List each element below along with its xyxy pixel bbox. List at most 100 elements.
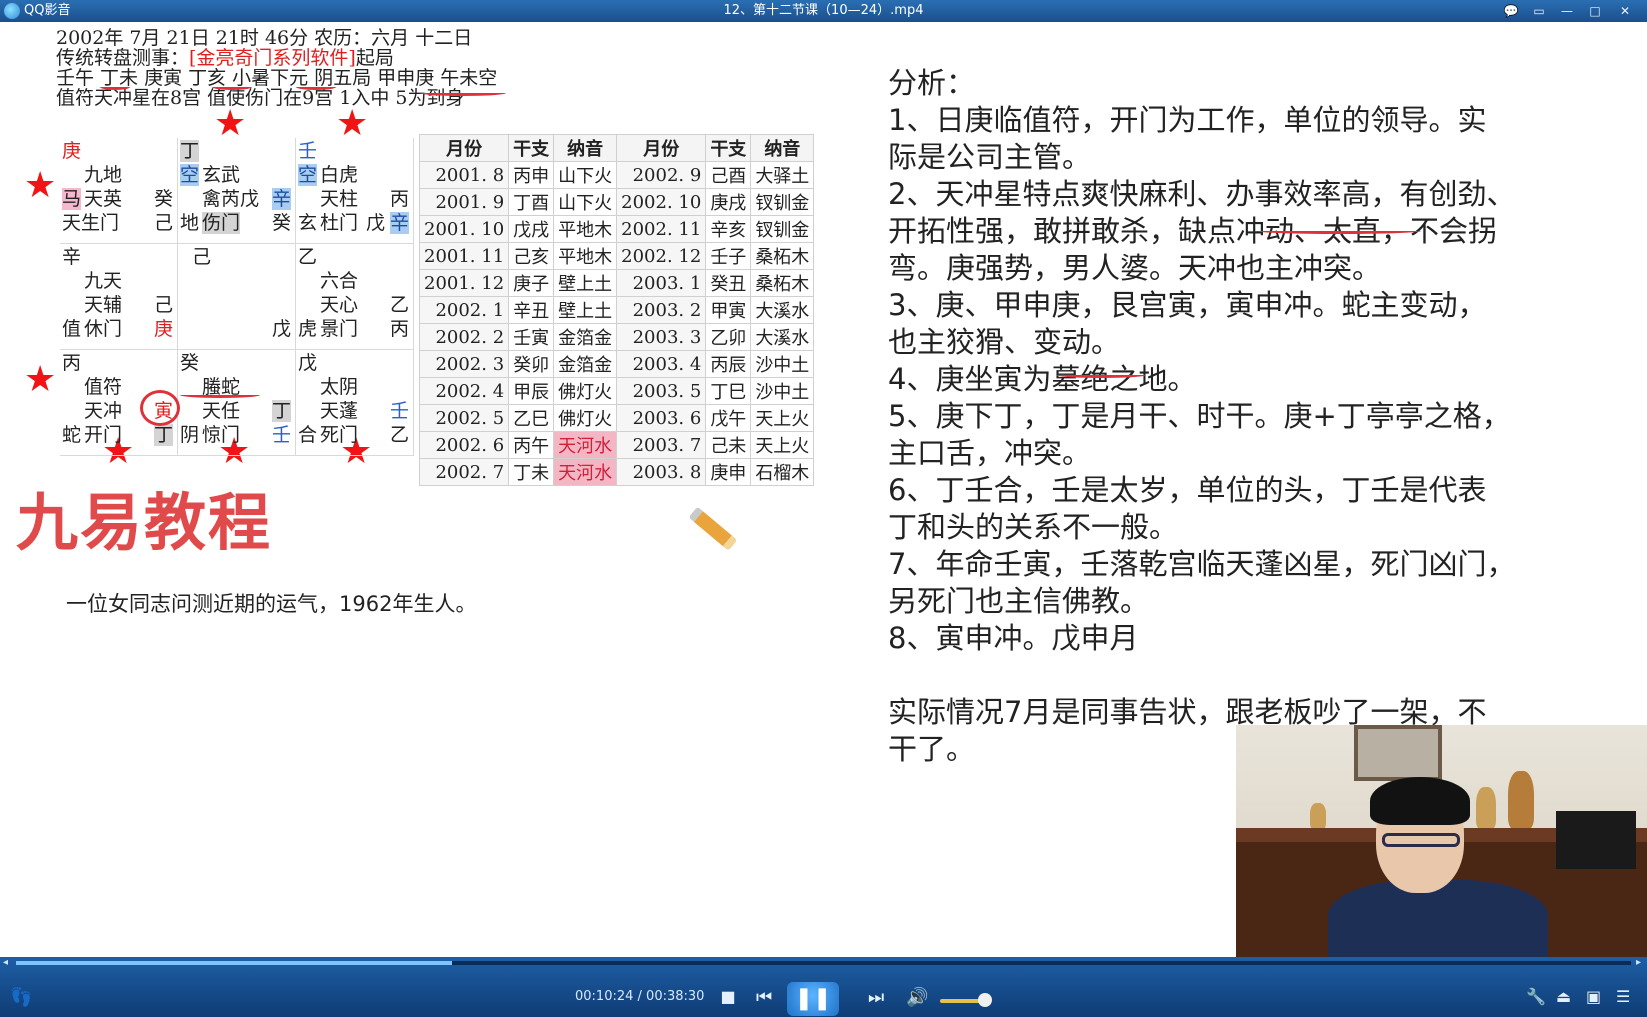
palace-text: 丁 [180,140,200,162]
table-header-cell: 纳音 [750,134,815,162]
video-frame[interactable]: 2002年 7月 21日 21时 46分 农历：六月 十二日 传统转盘测事：[金… [0,22,1647,957]
table-cell: 天河水 [553,431,618,459]
table-cell: 大溪水 [750,323,815,351]
palace-text: 丁 [272,400,292,422]
table-row: 2002. 2 壬寅 金箔金 2003. 3 乙卯 大溪水 [418,323,815,351]
feedback-icon[interactable]: 💬 [1500,2,1522,20]
palace-top-right: 壬 空 白虎 天柱 丙 玄 杜门 戊 辛 [296,138,414,244]
table-header-cell: 月份 [418,134,510,162]
minimize-icon[interactable]: — [1556,2,1578,20]
table-cell: 庚申 [705,458,752,486]
table-cell: 2003. 2 [616,296,707,324]
palace-text: 杜门 [320,212,359,234]
palace-text: 天心 [320,294,359,316]
table-cell: 2001. 8 [418,161,510,189]
palace-mid-left: 辛 九天 天辅 己 值 休门 庚 [60,244,178,350]
table-cell: 天河水 [553,458,618,486]
table-cell: 丙辰 [705,350,752,378]
analysis-line: 弯。庚强势，男人婆。天冲也主冲突。 [888,251,1382,285]
mini-mode-icon[interactable]: ▭ [1528,2,1550,20]
seek-back-icon[interactable]: ◂ [3,957,8,968]
seek-forward-icon[interactable]: ▸ [1636,957,1641,968]
table-cell: 甲寅 [705,296,752,324]
palace-text: 虎 [298,318,318,340]
palace-text: 乙 [298,246,318,268]
maximize-icon[interactable]: □ [1584,2,1606,20]
ink-underline [1056,372,1146,378]
table-cell: 天上火 [750,404,815,432]
table-cell: 2002. 9 [616,161,707,189]
table-cell: 2003. 5 [616,377,707,405]
analysis-line: 分析： [888,66,976,100]
total-time: 00:38:30 [646,989,705,1004]
stop-icon[interactable]: ■ [720,989,736,1005]
palace-text: 阴 [180,424,200,446]
prev-icon[interactable]: ⏮ [756,987,772,1008]
close-icon[interactable]: ✕ [1614,2,1636,20]
palace-text: 白虎 [320,164,359,186]
table-cell: 2001. 10 [418,215,510,243]
palace-text: 死门 [320,424,359,446]
palace-text: 惊门 [202,424,241,446]
palace-text: 癸 [180,352,200,374]
table-cell: 2001. 12 [418,269,510,297]
chart-header: 2002年 7月 21日 21时 46分 农历：六月 十二日 传统转盘测事：[金… [56,28,497,108]
footprint-icon[interactable]: 👣 [10,987,32,1008]
analysis-text: 分析： 1、日庚临值符，开门为工作，单位的领导。实 际是公司主管。 2、天冲星特点爽快… [888,65,1588,768]
table-cell: 癸卯 [508,350,555,378]
palace-bottom-mid: 癸 螣蛇 天任 丁 阴 惊门 壬 [178,350,296,456]
palace-text: 天生门 [62,212,120,234]
time-display: 00:10:24 / 00:38:30 [575,989,705,1004]
table-cell: 2002. 10 [616,188,707,216]
next-icon[interactable]: ⏭ [868,987,884,1008]
table-row: 2002. 1 辛丑 壁上土 2003. 2 甲寅 大溪水 [418,296,815,324]
wrench-icon[interactable]: 🔧 [1526,987,1546,1006]
palace-text: 玄 [298,212,318,234]
palace-text: 天冲 [84,400,123,422]
table-cell: 桑柘木 [750,242,815,270]
analysis-line: 开拓性强，敢拼敢杀，缺点冲动、太直，不会拐 [888,214,1498,248]
table-cell: 2002. 5 [418,404,510,432]
analysis-line: 7、年命壬寅，壬落乾宫临天蓬凶星，死门凶门， [888,547,1516,581]
table-cell: 庚子 [508,269,555,297]
question-text: 一位女同志问测近期的运气，1962年生人。 [66,592,477,616]
table-cell: 2002. 2 [418,323,510,351]
analysis-line: 际是公司主管。 [888,140,1092,174]
table-cell: 天上火 [750,431,815,459]
analysis-line [888,657,1588,694]
statue [1508,771,1534,829]
table-cell: 2001. 11 [418,242,510,270]
palace-text: 癸 [272,212,292,234]
table-row: 2002. 5 乙巳 佛灯火 2003. 6 戊午 天上火 [418,404,815,432]
table-row: 2001. 10 戊戌 平地木 2002. 11 辛亥 钗钏金 [418,215,815,243]
eject-icon[interactable]: ⏏ [1556,987,1571,1006]
palace-text: 天蓬 [320,400,359,422]
table-cell: 2002. 6 [418,431,510,459]
table-cell: 辛亥 [705,215,752,243]
table-row: 2001. 11 己亥 平地木 2002. 12 壬子 桑柘木 [418,242,815,270]
palace-text: 辛 [62,246,82,268]
screenshot-icon[interactable]: ▣ [1586,987,1601,1006]
file-name: 12、第十二节课（10—24）.mp4 [723,3,924,18]
volume-slider-handle[interactable] [978,993,992,1007]
presenter [1328,880,1548,957]
analysis-line: 2、天冲星特点爽快麻利、办事效率高，有创劲、 [888,177,1516,211]
wall-painting [1354,725,1442,781]
palace-text: 己 [154,212,174,234]
table-cell: 丁巳 [705,377,752,405]
seek-bar[interactable] [16,961,1631,965]
palace-text: 壬 [298,140,318,162]
table-cell: 丁未 [508,458,555,486]
table-cell: 山下火 [553,188,618,216]
palace-text: 太阴 [320,376,359,398]
table-cell: 金箔金 [553,350,618,378]
analysis-line: 5、庚下丁，丁是月干、时干。庚+丁亭亭之格， [888,399,1511,433]
palace-text: 癸 [154,188,174,210]
table-cell: 壬寅 [508,323,555,351]
playlist-icon[interactable]: ☰ [1616,987,1630,1006]
pause-button[interactable]: ❚❚ [787,982,839,1016]
volume-icon[interactable]: 🔊 [906,987,928,1008]
qimen-palace-grid: 庚 九地 马 天英 癸 天生门 己 丁 空 玄武 禽芮戊 辛 地 伤门 癸 壬 … [60,138,414,456]
vase [1476,787,1496,829]
star-mark-icon: ★ [24,165,57,206]
